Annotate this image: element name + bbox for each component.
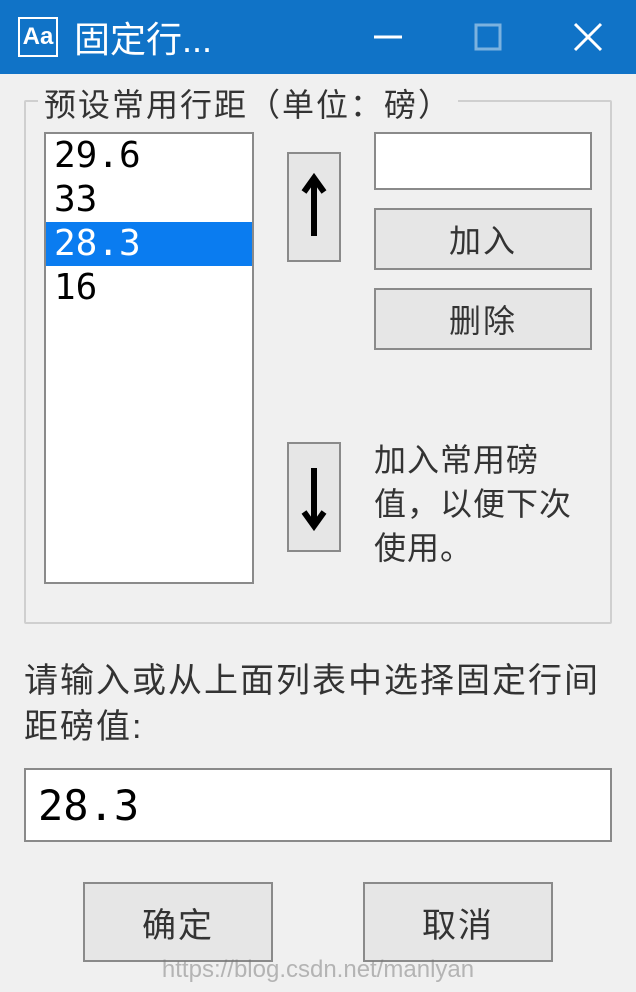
list-item[interactable]: 16: [46, 266, 252, 310]
groupbox-legend: 预设常用行距（单位：磅）: [38, 80, 458, 126]
arrow-down-icon: [300, 462, 328, 532]
minimize-icon: [372, 21, 404, 53]
window-controls: [368, 17, 608, 57]
maximize-button[interactable]: [468, 17, 508, 57]
delete-button[interactable]: 删除: [374, 288, 592, 350]
list-item[interactable]: 29.6: [46, 134, 252, 178]
arrow-up-icon: [300, 172, 328, 242]
cancel-button[interactable]: 取消: [363, 882, 553, 962]
preset-listbox[interactable]: 29.63328.316: [44, 132, 254, 584]
close-icon: [571, 20, 605, 54]
prompt-label: 请输入或从上面列表中选择固定行间距磅值:: [24, 658, 612, 750]
line-spacing-input[interactable]: [24, 768, 612, 842]
window-title: 固定行...: [74, 11, 212, 63]
add-button[interactable]: 加入: [374, 208, 592, 270]
content-area: 预设常用行距（单位：磅） 29.63328.316: [0, 74, 636, 992]
maximize-icon: [474, 23, 502, 51]
move-down-button[interactable]: [287, 442, 341, 552]
add-value-input[interactable]: [374, 132, 592, 190]
app-icon: Aa: [18, 17, 58, 57]
preset-groupbox: 预设常用行距（单位：磅） 29.63328.316: [24, 100, 612, 624]
move-up-button[interactable]: [287, 152, 341, 262]
titlebar: Aa 固定行...: [0, 0, 636, 74]
list-item[interactable]: 28.3: [46, 222, 252, 266]
list-item[interactable]: 33: [46, 178, 252, 222]
hint-text: 加入常用磅值，以便下次使用。: [374, 438, 592, 570]
dialog-window: Aa 固定行... 预设常用行距（单位：磅） 29.63328.316: [0, 0, 636, 992]
close-button[interactable]: [568, 17, 608, 57]
minimize-button[interactable]: [368, 17, 408, 57]
ok-button[interactable]: 确定: [83, 882, 273, 962]
